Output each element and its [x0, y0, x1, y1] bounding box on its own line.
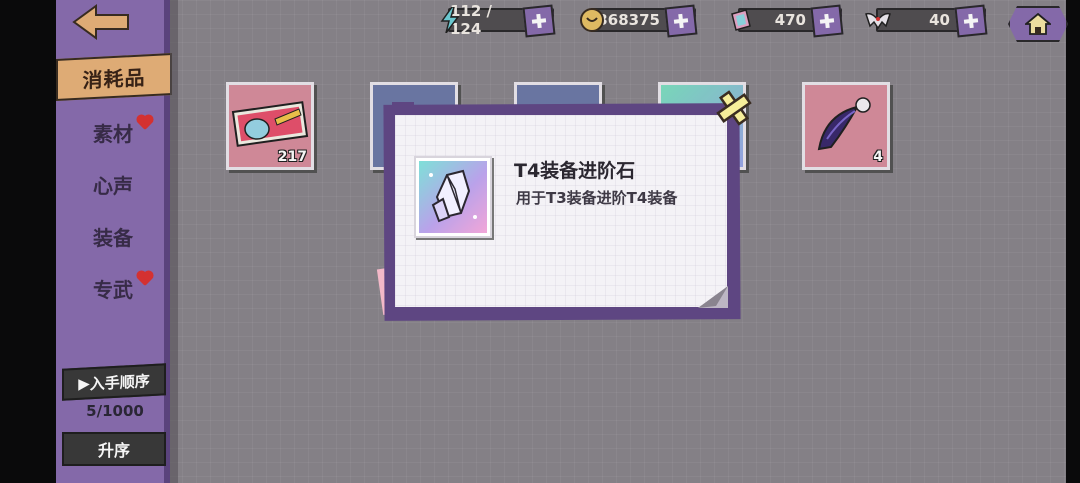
crystal-shard-icon	[429, 169, 477, 223]
item-detail-title: T4装备进阶石	[514, 160, 636, 182]
inventory-screen: 消耗品 素材 心声 装备 专武 ▶ 入手顺序 5/1000 升序 112 / 1…	[0, 0, 1080, 483]
page-fold-corner	[698, 286, 728, 308]
item-detail-icon	[414, 156, 492, 238]
item-detail-description: 用于T3装备进阶T4装备	[516, 189, 678, 207]
popup-corner-tag	[392, 102, 414, 112]
close-icon	[716, 90, 752, 126]
close-popup-button[interactable]	[712, 86, 756, 130]
